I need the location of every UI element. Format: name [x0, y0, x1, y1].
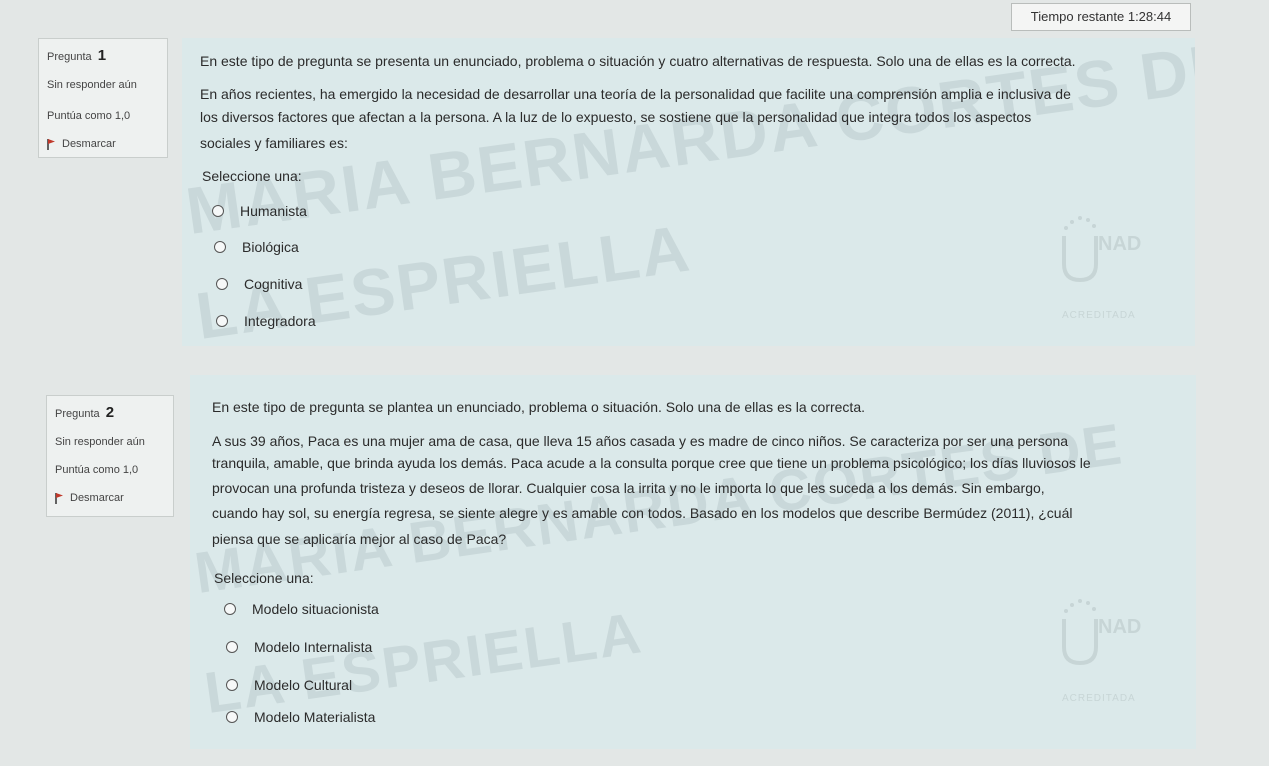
watermark-line2: LA ESPRIELLA — [200, 600, 647, 727]
question-stem-line: sociales y familiares es: — [200, 135, 348, 151]
svg-text:NAD: NAD — [1098, 616, 1141, 638]
answer-option[interactable]: Modelo Internalista — [226, 639, 372, 655]
flag-icon — [47, 138, 55, 150]
radio-button[interactable] — [224, 603, 236, 615]
radio-button[interactable] — [226, 679, 238, 691]
unad-logo: NAD ACREDITADA — [1052, 597, 1182, 707]
flag-icon — [55, 492, 63, 504]
answer-option[interactable]: Modelo Cultural — [226, 677, 352, 693]
answer-option[interactable]: Modelo situacionista — [224, 601, 379, 617]
svg-text:NAD: NAD — [1098, 233, 1141, 255]
timer-label: Tiempo restante — [1030, 9, 1125, 24]
answer-option[interactable]: Biológica — [214, 239, 299, 255]
question-stem-line: A sus 39 años, Paca es una mujer ama de … — [212, 433, 1069, 449]
question-status: Sin responder aún — [47, 79, 137, 91]
select-prompt: Seleccione una: — [202, 168, 302, 184]
option-label: Modelo situacionista — [252, 601, 379, 617]
question-intro: En este tipo de pregunta se presenta un … — [200, 53, 1076, 69]
option-label: Modelo Materialista — [254, 709, 376, 725]
question-stem-line: cuando hay sol, su energía regresa, se s… — [212, 505, 1073, 521]
unflag-label: Desmarcar — [70, 492, 124, 504]
question-stem-line: provocan una profunda tristeza y deseos … — [212, 480, 1045, 496]
radio-button[interactable] — [226, 711, 238, 723]
timer-value: 1:28:44 — [1127, 9, 1172, 24]
question-number-value: 2 — [105, 404, 115, 421]
select-prompt: Seleccione una: — [214, 570, 314, 586]
radio-button[interactable] — [214, 241, 226, 253]
unflag-button[interactable]: Desmarcar — [55, 492, 124, 504]
option-label: Modelo Cultural — [254, 677, 353, 693]
radio-button[interactable] — [212, 205, 224, 217]
svg-text:ACREDITADA: ACREDITADA — [1062, 693, 1136, 704]
option-label: Biológica — [242, 239, 299, 255]
question-content-2: MARIA BERNARDA CORTES DE LA ESPRIELLA NA… — [190, 375, 1196, 749]
question-stem-line: tranquila, amable, que brinda ayuda los … — [212, 455, 1091, 471]
question-label: Pregunta — [55, 408, 100, 420]
question-label: Pregunta — [47, 51, 92, 63]
question-intro: En este tipo de pregunta se plantea un e… — [212, 399, 865, 415]
unad-logo-icon: NAD ACREDITADA — [1062, 599, 1141, 704]
question-number: Pregunta 1 — [47, 47, 106, 64]
svg-text:ACREDITADA: ACREDITADA — [1062, 310, 1136, 321]
time-remaining: Tiempo restante 1:28:44 — [1011, 3, 1191, 31]
question-info-2: Pregunta 2 Sin responder aún Puntúa como… — [46, 395, 174, 517]
option-label: Modelo Internalista — [254, 639, 373, 655]
question-content-1: MARIA BERNARDA CORTES DE LA ESPRIELLA NA… — [182, 38, 1195, 346]
radio-button[interactable] — [216, 278, 228, 290]
question-number: Pregunta 2 — [55, 404, 114, 421]
question-score: Puntúa como 1,0 — [55, 464, 139, 476]
answer-option[interactable]: Cognitiva — [216, 276, 302, 292]
question-status: Sin responder aún — [55, 436, 145, 448]
question-score: Puntúa como 1,0 — [47, 110, 131, 122]
option-label: Cognitiva — [244, 276, 303, 292]
answer-option[interactable]: Integradora — [216, 313, 316, 329]
unad-logo-icon: NAD ACREDITADA — [1062, 216, 1141, 321]
question-info-1: Pregunta 1 Sin responder aún Puntúa como… — [38, 38, 168, 158]
question-stem-line: En años recientes, ha emergido la necesi… — [200, 86, 1071, 102]
answer-option[interactable]: Humanista — [212, 203, 307, 219]
answer-option[interactable]: Modelo Materialista — [226, 709, 375, 725]
unad-logo: NAD ACREDITADA — [1052, 214, 1182, 324]
radio-button[interactable] — [216, 315, 228, 327]
question-stem-line: piensa que se aplicaría mejor al caso de… — [212, 531, 507, 547]
question-number-value: 1 — [97, 47, 107, 64]
unflag-label: Desmarcar — [62, 138, 116, 150]
option-label: Integradora — [244, 313, 316, 329]
radio-button[interactable] — [226, 641, 238, 653]
unflag-button[interactable]: Desmarcar — [47, 138, 116, 150]
question-stem-line: los diversos factores que afectan a la p… — [200, 109, 1032, 125]
option-label: Humanista — [240, 203, 307, 219]
